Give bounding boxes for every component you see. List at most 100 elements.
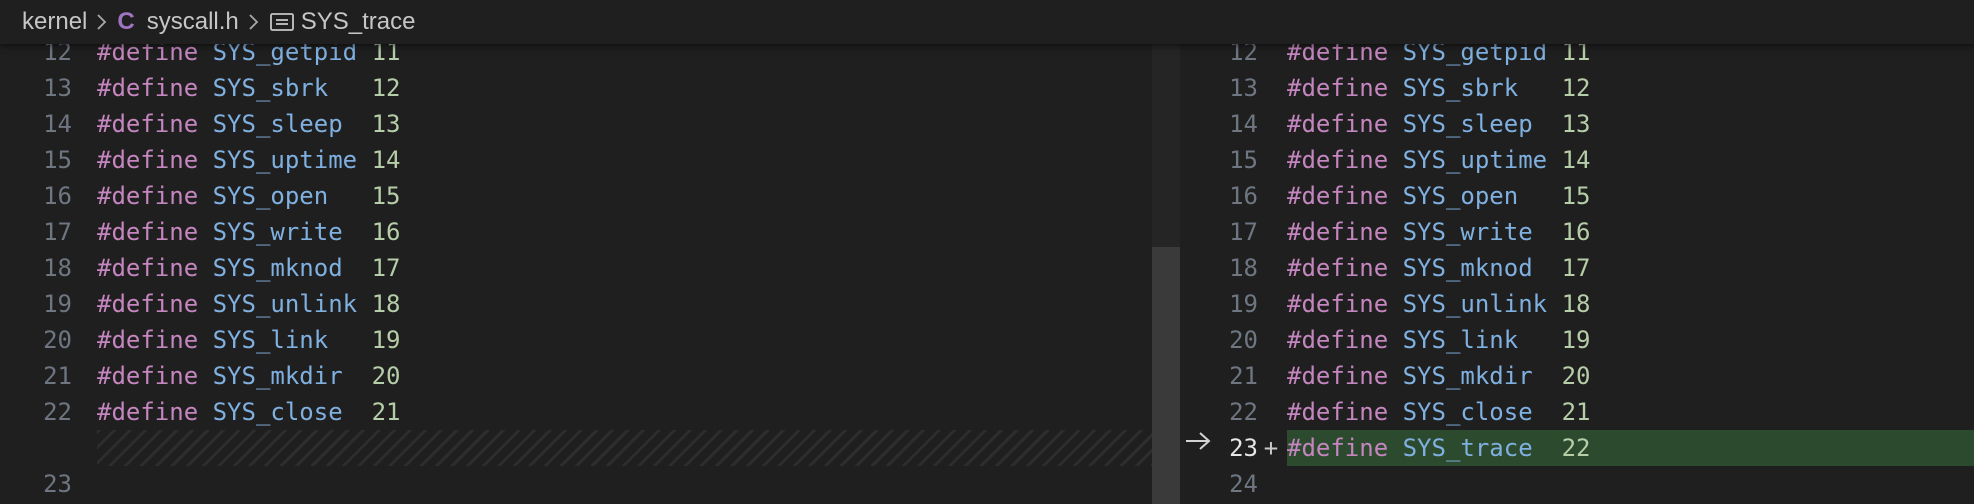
macro-name: SYS_mkdir — [212, 362, 343, 390]
original-editor-pane[interactable]: 12 #define SYS_getpid 11 13 #define SYS_sbr… — [0, 44, 1152, 504]
code-line[interactable]: 17 #define SYS_write 16 — [0, 214, 1152, 250]
macro-name: SYS_write — [212, 218, 343, 246]
macro-name: SYS_sbrk — [1402, 74, 1519, 102]
padding — [1518, 182, 1561, 210]
padding — [1533, 398, 1562, 426]
code-line[interactable]: 24 — [1180, 466, 1974, 502]
code-line[interactable]: 22 #define SYS_close 21 — [1180, 394, 1974, 430]
macro-name: SYS_link — [1402, 326, 1519, 354]
macro-value: 20 — [371, 362, 401, 390]
code-line[interactable]: 21 #define SYS_mkdir 20 — [1180, 358, 1974, 394]
define-keyword: #define — [1287, 398, 1389, 426]
macro-value: 14 — [1561, 146, 1591, 174]
arrow-right-icon[interactable] — [1180, 423, 1216, 459]
line-number: 18 — [43, 254, 72, 282]
code-text: #define SYS_sbrk 12 — [97, 70, 400, 106]
line-number: 15 — [1229, 146, 1258, 174]
c-file-icon: C — [117, 8, 135, 35]
code-line[interactable]: 14 #define SYS_sleep 13 — [1180, 106, 1974, 142]
code-line[interactable]: 13 #define SYS_sbrk 12 — [1180, 70, 1974, 106]
padding — [343, 398, 372, 426]
define-keyword: #define — [97, 74, 199, 102]
macro-name: SYS_close — [212, 398, 343, 426]
code-text: #define SYS_link 19 — [97, 322, 400, 358]
code-line[interactable]: 15 #define SYS_uptime 14 — [1180, 142, 1974, 178]
padding — [1518, 74, 1561, 102]
code-line[interactable]: 18 #define SYS_mknod 17 — [0, 250, 1152, 286]
padding — [1533, 362, 1562, 390]
line-number: 14 — [1229, 110, 1258, 138]
padding — [343, 362, 372, 390]
macro-name: SYS_mknod — [212, 254, 343, 282]
code-line[interactable]: 17 #define SYS_write 16 — [1180, 214, 1974, 250]
code-line[interactable]: 16 #define SYS_open 15 — [1180, 178, 1974, 214]
code-text: #define SYS_mkdir 20 — [97, 358, 400, 394]
breadcrumb-folder[interactable]: kernel — [22, 8, 87, 36]
define-keyword: #define — [1287, 110, 1389, 138]
padding — [1533, 110, 1562, 138]
macro-name: SYS_open — [1402, 182, 1519, 210]
code-line[interactable]: 14 #define SYS_sleep 13 — [0, 106, 1152, 142]
code-line-added[interactable]: 23 + #define SYS_trace 22 — [1180, 430, 1974, 466]
code-text: #define SYS_sbrk 12 — [1287, 70, 1590, 106]
code-line[interactable]: 21 #define SYS_mkdir 20 — [0, 358, 1152, 394]
macro-name: SYS_link — [212, 326, 329, 354]
macro-value: 14 — [371, 146, 401, 174]
macro-value: 15 — [371, 182, 401, 210]
code-line[interactable]: 12 #define SYS_getpid 11 — [0, 44, 1152, 70]
chevron-right-icon — [95, 12, 109, 32]
define-keyword: #define — [1287, 182, 1389, 210]
code-line[interactable]: 19 #define SYS_unlink 18 — [1180, 286, 1974, 322]
define-keyword: #define — [97, 254, 199, 282]
code-text: #define SYS_unlink 18 — [97, 286, 400, 322]
macro-value: 12 — [1561, 74, 1591, 102]
define-keyword: #define — [1287, 290, 1389, 318]
macro-value: 22 — [1561, 434, 1591, 462]
macro-value: 13 — [371, 110, 401, 138]
macro-name: SYS_sbrk — [212, 74, 329, 102]
code-text: #define SYS_open 15 — [1287, 178, 1590, 214]
code-line[interactable]: 15 #define SYS_uptime 14 — [0, 142, 1152, 178]
line-number: 17 — [1229, 218, 1258, 246]
code-line[interactable]: 18 #define SYS_mknod 17 — [1180, 250, 1974, 286]
macro-name: SYS_getpid — [212, 44, 358, 66]
line-number: 24 — [1229, 470, 1258, 498]
macro-name: SYS_getpid — [1402, 44, 1548, 66]
define-keyword: #define — [97, 326, 199, 354]
code-line[interactable]: 12 #define SYS_getpid 11 — [1180, 44, 1974, 70]
code-line[interactable]: 20 #define SYS_link 19 — [1180, 322, 1974, 358]
line-number: 19 — [1229, 290, 1258, 318]
code-text: #define SYS_mknod 17 — [97, 250, 400, 286]
line-number: 16 — [1229, 182, 1258, 210]
code-line[interactable]: 22 #define SYS_close 21 — [0, 394, 1152, 430]
line-number: 21 — [1229, 362, 1258, 390]
breadcrumb-file[interactable]: syscall.h — [147, 8, 239, 36]
modified-editor-pane[interactable]: 12 #define SYS_getpid 11 13 #define SYS_sbr… — [1180, 44, 1974, 504]
macro-name: SYS_sleep — [1402, 110, 1533, 138]
code-text: #define SYS_getpid 11 — [1287, 44, 1590, 70]
code-text: #define SYS_trace 22 — [1287, 430, 1590, 466]
macro-name: SYS_mknod — [1402, 254, 1533, 282]
macro-name: SYS_unlink — [212, 290, 358, 318]
code-line[interactable]: 13 #define SYS_sbrk 12 — [0, 70, 1152, 106]
macro-value: 18 — [1561, 290, 1591, 318]
code-line[interactable]: 19 #define SYS_unlink 18 — [0, 286, 1152, 322]
line-number: 18 — [1229, 254, 1258, 282]
code-line[interactable]: 16 #define SYS_open 15 — [0, 178, 1152, 214]
code-line[interactable]: 20 #define SYS_link 19 — [0, 322, 1152, 358]
line-number: 13 — [43, 74, 72, 102]
define-keyword: #define — [97, 44, 199, 66]
macro-value: 12 — [371, 74, 401, 102]
macro-value: 17 — [371, 254, 401, 282]
chevron-right-icon — [247, 12, 261, 32]
macro-name: SYS_trace — [1402, 434, 1533, 462]
padding — [1547, 44, 1561, 66]
code-line[interactable]: 23 — [0, 466, 1152, 502]
line-number: 12 — [1229, 44, 1258, 66]
code-text: #define SYS_uptime 14 — [97, 142, 400, 178]
breadcrumb-symbol[interactable]: SYS_trace — [301, 8, 416, 36]
line-number: 14 — [43, 110, 72, 138]
padding — [328, 74, 371, 102]
editor-scrollbar-thumb[interactable] — [1152, 247, 1180, 504]
padding — [328, 326, 371, 354]
